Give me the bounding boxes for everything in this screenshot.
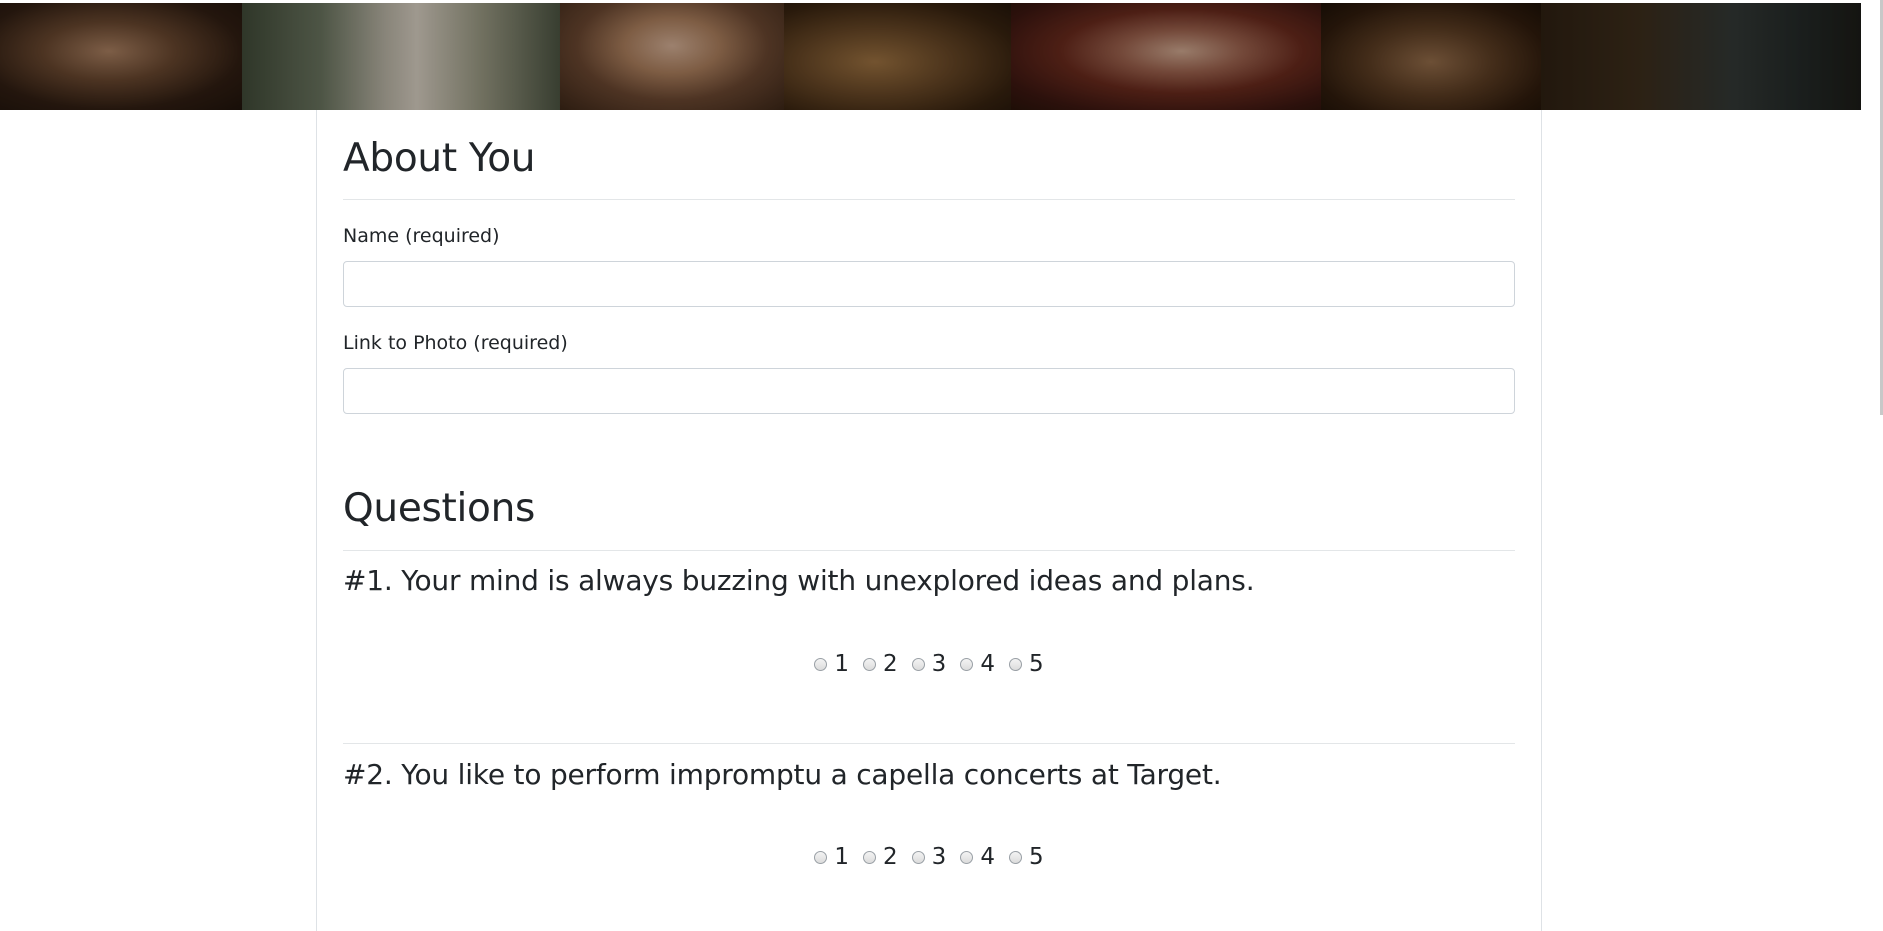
radio-button[interactable] bbox=[814, 850, 828, 864]
option-label: 1 bbox=[834, 651, 850, 677]
banner-photo bbox=[0, 3, 242, 110]
question-2-option-5[interactable]: 5 bbox=[1008, 844, 1044, 870]
question-2-scale: 1 2 3 4 5 bbox=[343, 844, 1515, 870]
banner-photo bbox=[560, 3, 784, 110]
option-label: 3 bbox=[931, 651, 947, 677]
radio-button[interactable] bbox=[960, 657, 974, 671]
question-1-option-1[interactable]: 1 bbox=[814, 651, 849, 677]
page: About You Name (required) Link to Photo … bbox=[0, 0, 1883, 931]
question-2-title: #2. You like to perform impromptu a cape… bbox=[343, 758, 1222, 791]
form-container: About You Name (required) Link to Photo … bbox=[316, 110, 1542, 931]
question-1-option-5[interactable]: 5 bbox=[1008, 651, 1044, 677]
banner-photo bbox=[1321, 3, 1541, 110]
question-1-option-3[interactable]: 3 bbox=[911, 651, 947, 677]
questions-section-title: Questions bbox=[343, 486, 536, 531]
radio-button[interactable] bbox=[1008, 850, 1022, 864]
option-label: 2 bbox=[883, 844, 898, 870]
radio-button[interactable] bbox=[863, 657, 877, 671]
option-label: 5 bbox=[1028, 844, 1044, 870]
question-2-option-4[interactable]: 4 bbox=[960, 844, 995, 870]
photo-link-input[interactable] bbox=[343, 368, 1515, 414]
option-label: 1 bbox=[834, 844, 850, 870]
option-label: 5 bbox=[1028, 651, 1044, 677]
option-label: 3 bbox=[931, 844, 947, 870]
banner-photo bbox=[784, 3, 1011, 110]
banner-photo bbox=[1541, 3, 1861, 110]
radio-button[interactable] bbox=[960, 850, 974, 864]
name-input[interactable] bbox=[343, 261, 1515, 307]
question-1-option-4[interactable]: 4 bbox=[960, 651, 995, 677]
question-1-scale: 1 2 3 4 5 bbox=[343, 651, 1515, 677]
option-label: 2 bbox=[883, 651, 898, 677]
option-label: 4 bbox=[980, 651, 995, 677]
question-2-option-2[interactable]: 2 bbox=[863, 844, 898, 870]
banner-photo bbox=[242, 3, 560, 110]
about-section-title: About You bbox=[343, 136, 536, 181]
name-label: Name (required) bbox=[343, 225, 500, 247]
questions-divider bbox=[343, 550, 1515, 551]
option-label: 4 bbox=[980, 844, 995, 870]
radio-button[interactable] bbox=[911, 657, 925, 671]
header-banner bbox=[0, 3, 1861, 110]
question-1-title: #1. Your mind is always buzzing with une… bbox=[343, 564, 1255, 597]
about-divider bbox=[343, 199, 1515, 200]
question-1-option-2[interactable]: 2 bbox=[863, 651, 898, 677]
question-divider bbox=[343, 743, 1515, 744]
radio-button[interactable] bbox=[1008, 657, 1022, 671]
radio-button[interactable] bbox=[911, 850, 925, 864]
question-2-option-1[interactable]: 1 bbox=[814, 844, 849, 870]
photo-link-label: Link to Photo (required) bbox=[343, 332, 568, 354]
radio-button[interactable] bbox=[863, 850, 877, 864]
question-2-option-3[interactable]: 3 bbox=[911, 844, 947, 870]
radio-button[interactable] bbox=[814, 657, 828, 671]
banner-photo bbox=[1011, 3, 1321, 110]
